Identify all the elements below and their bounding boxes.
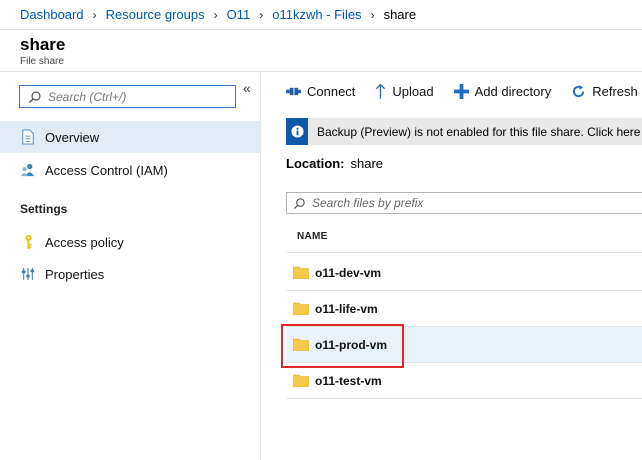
location-value: share bbox=[350, 156, 384, 171]
connect-label: Connect bbox=[307, 83, 356, 99]
chevron-right-icon: › bbox=[92, 7, 97, 22]
sidebar-item-label: Access Control (IAM) bbox=[45, 162, 168, 178]
page-subtitle: File share bbox=[20, 56, 64, 67]
file-name: o11-life-vm bbox=[315, 301, 378, 316]
sidebar-item-overview[interactable]: Overview bbox=[0, 121, 260, 153]
connect-button[interactable]: Connect bbox=[286, 84, 355, 99]
users-icon bbox=[19, 161, 37, 179]
add-directory-button[interactable]: Add directory bbox=[453, 83, 552, 99]
breadcrumb-dashboard[interactable]: Dashboard bbox=[20, 7, 84, 22]
sliders-icon bbox=[19, 265, 37, 283]
plus-icon bbox=[453, 83, 469, 99]
upload-label: Upload bbox=[392, 83, 434, 99]
folder-icon bbox=[293, 302, 309, 315]
breadcrumb-resource-groups[interactable]: Resource groups bbox=[106, 7, 205, 22]
plug-icon bbox=[286, 87, 301, 95]
sidebar-item-access-control[interactable]: Access Control (IAM) bbox=[0, 154, 260, 186]
table-row[interactable]: o11-dev-vm bbox=[286, 255, 642, 291]
search-icon bbox=[29, 90, 41, 103]
settings-section-label: Settings bbox=[20, 202, 68, 216]
sidebar-search-placeholder: Search (Ctrl+/) bbox=[48, 89, 127, 104]
page-header: share File share bbox=[20, 35, 65, 67]
page-title: share bbox=[20, 35, 66, 54]
table-row[interactable]: o11-test-vm bbox=[286, 363, 642, 399]
chevron-right-icon: › bbox=[213, 7, 218, 22]
table-row[interactable]: o11-life-vm bbox=[286, 291, 642, 327]
backup-info-banner[interactable]: Backup (Preview) is not enabled for this… bbox=[286, 118, 642, 145]
upload-icon bbox=[376, 83, 386, 99]
breadcrumb-o11[interactable]: O11 bbox=[227, 7, 251, 22]
location-field: Location: share bbox=[286, 156, 383, 171]
search-icon bbox=[293, 197, 305, 209]
refresh-label: Refresh bbox=[592, 83, 638, 99]
command-bar: Connect Upload Add directory Refresh bbox=[286, 80, 642, 102]
info-message: Backup (Preview) is not enabled for this… bbox=[317, 124, 642, 139]
sidebar-item-access-policy[interactable]: Access policy bbox=[0, 226, 260, 258]
file-name: o11-test-vm bbox=[315, 373, 382, 388]
location-label: Location: bbox=[286, 156, 345, 171]
sidebar-item-label: Overview bbox=[45, 129, 100, 145]
refresh-icon bbox=[573, 84, 585, 97]
chevron-right-icon: › bbox=[370, 7, 375, 22]
selection-highlight-box bbox=[281, 324, 404, 368]
add-directory-label: Add directory bbox=[474, 83, 552, 99]
chevron-right-icon: › bbox=[259, 7, 264, 22]
sidebar-item-label: Access policy bbox=[45, 234, 124, 250]
sidebar-item-properties[interactable]: Properties bbox=[0, 258, 260, 290]
folder-icon bbox=[293, 266, 309, 279]
breadcrumb: Dashboard › Resource groups › O11 › o11k… bbox=[0, 0, 642, 30]
sidebar: Search (Ctrl+/) « Overview Access Contro… bbox=[0, 72, 260, 460]
table-header-divider bbox=[286, 252, 642, 253]
breadcrumb-current: share bbox=[383, 7, 417, 22]
sidebar-search-input[interactable]: Search (Ctrl+/) bbox=[19, 85, 236, 108]
file-search-input[interactable]: Search files by prefix bbox=[286, 192, 642, 214]
sidebar-divider bbox=[260, 72, 261, 460]
key-icon bbox=[19, 233, 37, 251]
refresh-button[interactable]: Refresh bbox=[571, 84, 638, 99]
file-search-placeholder: Search files by prefix bbox=[312, 196, 424, 210]
sidebar-item-label: Properties bbox=[45, 266, 105, 282]
upload-button[interactable]: Upload bbox=[375, 83, 434, 100]
column-header-name[interactable]: NAME bbox=[297, 231, 328, 242]
collapse-sidebar-icon[interactable]: « bbox=[243, 80, 251, 96]
folder-icon bbox=[293, 374, 309, 387]
document-icon bbox=[19, 128, 37, 146]
file-name: o11-dev-vm bbox=[315, 265, 382, 280]
info-icon bbox=[286, 118, 308, 145]
breadcrumb-files[interactable]: o11kzwh - Files bbox=[272, 7, 361, 22]
